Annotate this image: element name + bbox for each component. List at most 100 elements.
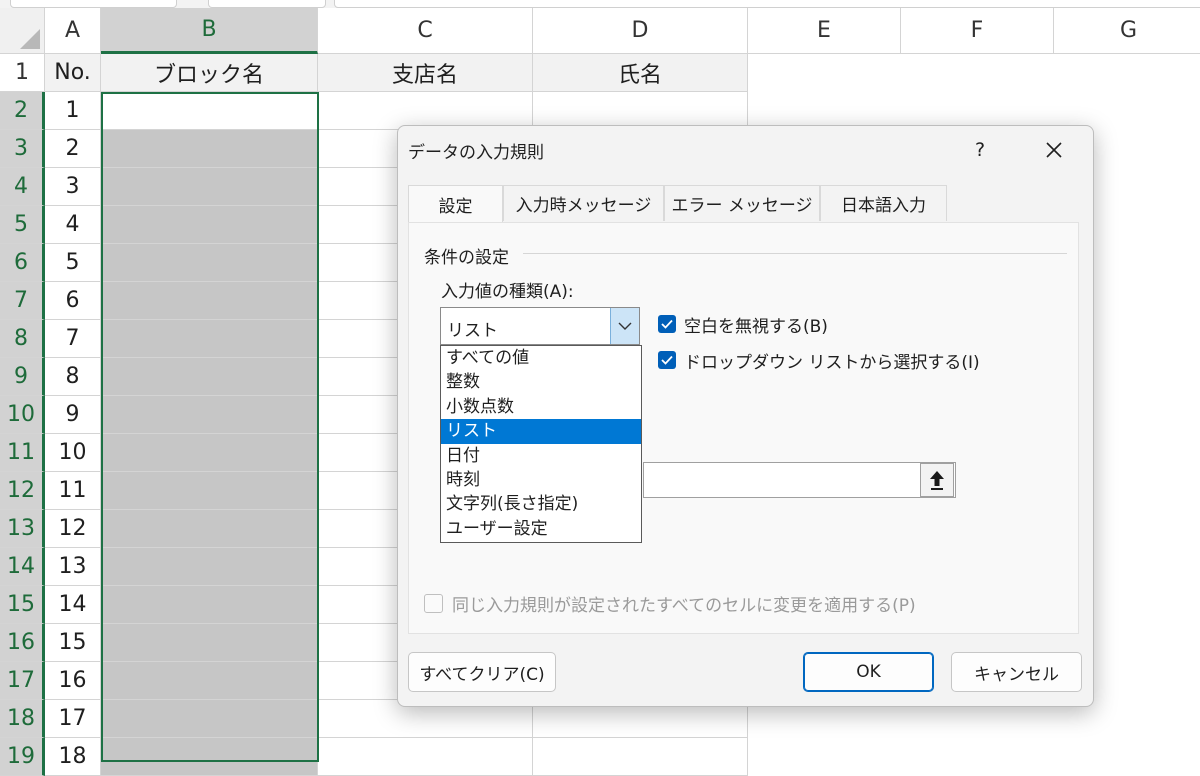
row-header-11[interactable]: 11 <box>0 434 45 472</box>
number-cell[interactable]: 13 <box>45 548 101 586</box>
row-header-15[interactable]: 15 <box>0 586 45 624</box>
number-cell[interactable]: 3 <box>45 168 101 206</box>
block-name-cell[interactable] <box>101 320 318 358</box>
header-cell[interactable]: 氏名 <box>533 54 748 92</box>
block-name-cell[interactable] <box>101 510 318 548</box>
row-header-13[interactable]: 13 <box>0 510 45 548</box>
header-cell[interactable]: 支店名 <box>318 54 533 92</box>
grid-cell[interactable] <box>901 738 1054 776</box>
column-header-b[interactable]: B <box>101 8 318 54</box>
number-cell[interactable]: 7 <box>45 320 101 358</box>
number-cell[interactable]: 15 <box>45 624 101 662</box>
row-header-7[interactable]: 7 <box>0 282 45 320</box>
dropdown-arrow-button[interactable] <box>610 308 639 344</box>
row-header-14[interactable]: 14 <box>0 548 45 586</box>
number-cell[interactable]: 18 <box>45 738 101 776</box>
formula-controls[interactable] <box>208 0 326 8</box>
column-header-d[interactable]: D <box>533 8 748 54</box>
block-name-cell[interactable] <box>101 700 318 738</box>
ok-button[interactable]: OK <box>803 652 934 692</box>
block-name-cell[interactable] <box>101 244 318 282</box>
cancel-button[interactable]: キャンセル <box>951 652 1082 692</box>
block-name-cell[interactable] <box>101 434 318 472</box>
header-cell[interactable]: No. <box>45 54 101 92</box>
select-all-corner[interactable] <box>0 8 45 54</box>
collapse-range-button[interactable] <box>920 463 954 497</box>
number-cell[interactable]: 10 <box>45 434 101 472</box>
row-header-17[interactable]: 17 <box>0 662 45 700</box>
row-header-6[interactable]: 6 <box>0 244 45 282</box>
block-name-cell[interactable] <box>101 624 318 662</box>
option-text-length[interactable]: 文字列(長さ指定) <box>441 492 641 516</box>
number-cell[interactable]: 12 <box>45 510 101 548</box>
block-name-cell[interactable] <box>101 662 318 700</box>
column-header-f[interactable]: F <box>901 8 1054 54</box>
row-header-19[interactable]: 19 <box>0 738 45 776</box>
number-cell[interactable]: 17 <box>45 700 101 738</box>
header-cell[interactable]: ブロック名 <box>101 54 318 92</box>
block-name-cell[interactable] <box>101 396 318 434</box>
column-header-e[interactable]: E <box>748 8 901 54</box>
allow-select[interactable]: リスト <box>440 307 640 345</box>
row-header-10[interactable]: 10 <box>0 396 45 434</box>
clear-all-button[interactable]: すべてクリア(C) <box>408 652 556 692</box>
number-cell[interactable]: 16 <box>45 662 101 700</box>
tab-ime-mode[interactable]: 日本語入力 <box>820 185 947 221</box>
number-cell[interactable]: 5 <box>45 244 101 282</box>
number-cell[interactable]: 11 <box>45 472 101 510</box>
block-name-cell[interactable] <box>101 472 318 510</box>
row-header-1[interactable]: 1 <box>0 54 45 92</box>
option-any-value[interactable]: すべての値 <box>441 346 641 370</box>
number-cell[interactable]: 2 <box>45 130 101 168</box>
grid-cell[interactable] <box>318 738 533 776</box>
tab-settings[interactable]: 設定 <box>408 185 503 223</box>
grid-cell[interactable] <box>748 738 901 776</box>
source-input[interactable] <box>643 462 956 498</box>
block-name-cell[interactable] <box>101 168 318 206</box>
help-button[interactable]: ? <box>958 130 1002 170</box>
row-header-2[interactable]: 2 <box>0 92 45 130</box>
number-cell[interactable]: 8 <box>45 358 101 396</box>
name-box[interactable] <box>10 0 177 8</box>
number-cell[interactable]: 14 <box>45 586 101 624</box>
option-date[interactable]: 日付 <box>441 444 641 468</box>
row-header-18[interactable]: 18 <box>0 700 45 738</box>
grid-cell[interactable] <box>1054 738 1200 776</box>
number-cell[interactable]: 9 <box>45 396 101 434</box>
option-whole-number[interactable]: 整数 <box>441 370 641 394</box>
row-header-8[interactable]: 8 <box>0 320 45 358</box>
option-custom[interactable]: ユーザー設定 <box>441 517 641 541</box>
option-list[interactable]: リスト <box>441 419 641 444</box>
column-header-g[interactable]: G <box>1054 8 1200 54</box>
block-name-cell[interactable] <box>101 738 318 776</box>
close-button[interactable] <box>1030 130 1078 170</box>
row-header-9[interactable]: 9 <box>0 358 45 396</box>
number-cell[interactable]: 6 <box>45 282 101 320</box>
column-header-a[interactable]: A <box>45 8 101 54</box>
block-name-cell[interactable] <box>101 358 318 396</box>
ignore-blank-checkbox[interactable]: 空白を無視する(B) <box>658 311 828 337</box>
grid-cell[interactable] <box>748 54 901 92</box>
number-cell[interactable]: 4 <box>45 206 101 244</box>
row-header-12[interactable]: 12 <box>0 472 45 510</box>
grid-cell[interactable] <box>101 92 318 130</box>
formula-bar[interactable] <box>334 0 1200 8</box>
row-header-4[interactable]: 4 <box>0 168 45 206</box>
block-name-cell[interactable] <box>101 130 318 168</box>
block-name-cell[interactable] <box>101 206 318 244</box>
grid-cell[interactable] <box>901 54 1054 92</box>
row-header-3[interactable]: 3 <box>0 130 45 168</box>
block-name-cell[interactable] <box>101 586 318 624</box>
tab-input-message[interactable]: 入力時メッセージ <box>503 185 664 221</box>
column-header-c[interactable]: C <box>318 8 533 54</box>
row-header-5[interactable]: 5 <box>0 206 45 244</box>
grid-cell[interactable] <box>1054 54 1200 92</box>
option-time[interactable]: 時刻 <box>441 468 641 492</box>
row-header-16[interactable]: 16 <box>0 624 45 662</box>
number-cell[interactable]: 1 <box>45 92 101 130</box>
grid-cell[interactable] <box>533 738 748 776</box>
tab-error-message[interactable]: エラー メッセージ <box>664 185 820 221</box>
in-cell-dropdown-checkbox[interactable]: ドロップダウン リストから選択する(I) <box>658 347 980 373</box>
block-name-cell[interactable] <box>101 548 318 586</box>
option-decimal[interactable]: 小数点数 <box>441 395 641 419</box>
